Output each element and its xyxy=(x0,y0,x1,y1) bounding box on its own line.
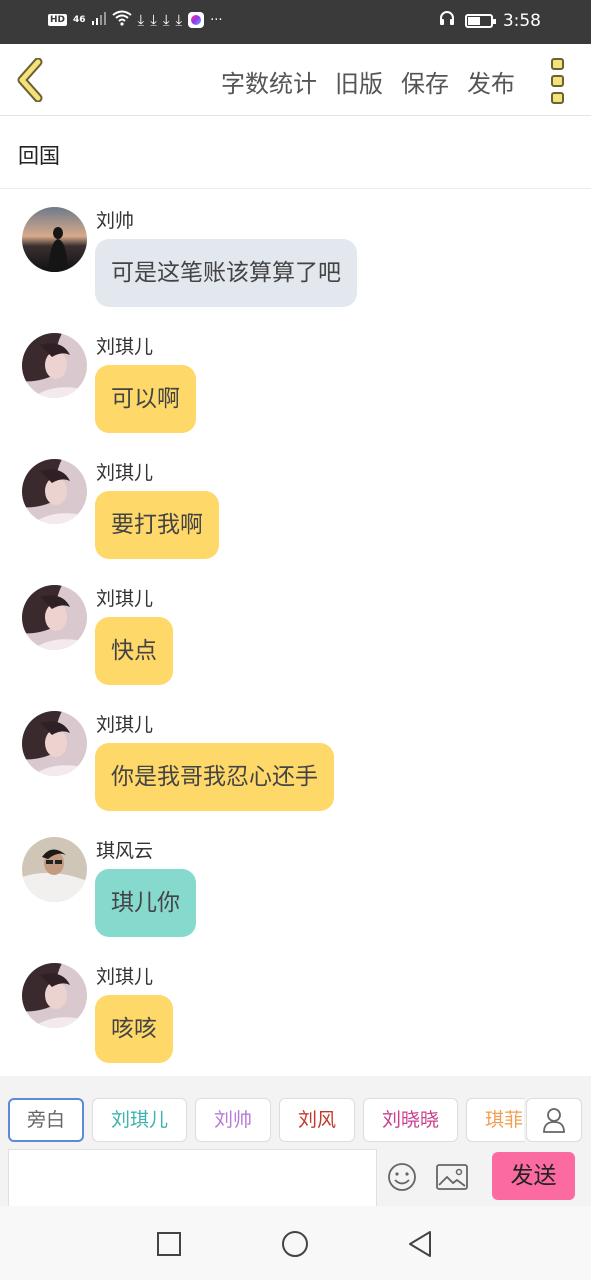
message-sender: 刘琪儿 xyxy=(96,966,154,988)
message-input[interactable] xyxy=(8,1149,377,1206)
manage-roles-button[interactable] xyxy=(526,1098,582,1142)
old-version-button[interactable]: 旧版 xyxy=(335,64,383,99)
role-selector[interactable]: 旁白 刘琪儿 刘帅 刘风 刘晓晓 琪菲 xyxy=(0,1096,524,1144)
recents-button[interactable] xyxy=(157,1232,181,1260)
image-icon xyxy=(436,1164,468,1190)
message-list[interactable]: 刘帅 可是这笔账该算算了吧 刘琪儿 可以啊 刘琪儿 要打我啊 刘琪儿 快点 刘琪… xyxy=(0,190,591,1076)
message-sender: 刘琪儿 xyxy=(96,588,154,610)
avatar[interactable] xyxy=(22,711,87,776)
triangle-back-icon xyxy=(409,1231,431,1257)
home-button[interactable] xyxy=(282,1231,308,1261)
avatar[interactable] xyxy=(22,837,87,902)
headphones-icon xyxy=(439,10,455,31)
message-item[interactable]: 琪风云 琪儿你 xyxy=(0,820,591,946)
more-notifications-icon: ··· xyxy=(210,12,223,28)
square-icon xyxy=(157,1232,181,1256)
network-indicator: 46 xyxy=(73,15,86,25)
message-bubble[interactable]: 你是我哥我忍心还手 xyxy=(95,743,334,811)
save-button[interactable]: 保存 xyxy=(401,64,449,99)
message-bubble[interactable]: 可是这笔账该算算了吧 xyxy=(95,239,357,307)
message-sender: 刘琪儿 xyxy=(96,336,154,358)
story-title: 回国 xyxy=(18,144,60,168)
message-bubble[interactable]: 可以啊 xyxy=(95,365,196,433)
role-chip-narration[interactable]: 旁白 xyxy=(8,1098,84,1142)
message-item[interactable]: 刘琪儿 你是我哥我忍心还手 xyxy=(0,694,591,820)
avatar[interactable] xyxy=(22,963,87,1028)
download-icon: ⤓ xyxy=(175,11,183,29)
story-title-row[interactable]: 回国 xyxy=(0,116,591,189)
more-dot-icon xyxy=(551,58,564,70)
back-button[interactable] xyxy=(14,57,48,103)
top-toolbar: 字数统计 旧版 保存 发布 xyxy=(0,44,591,116)
role-chip[interactable]: 刘晓晓 xyxy=(363,1098,458,1142)
more-dot-icon xyxy=(551,92,564,104)
message-bubble[interactable]: 快点 xyxy=(95,617,173,685)
system-navigation-bar xyxy=(0,1206,591,1280)
message-bubble[interactable]: 琪儿你 xyxy=(95,869,196,937)
back-nav-button[interactable] xyxy=(408,1231,432,1261)
more-menu-button[interactable] xyxy=(551,58,565,104)
role-chip[interactable]: 刘风 xyxy=(279,1098,355,1142)
avatar[interactable] xyxy=(22,333,87,398)
clock: 3:58 xyxy=(502,10,541,31)
role-chip[interactable]: 刘帅 xyxy=(195,1098,271,1142)
message-item[interactable]: 刘琪儿 咳咳 xyxy=(0,946,591,1072)
message-sender: 刘琪儿 xyxy=(96,462,154,484)
message-bubble[interactable]: 咳咳 xyxy=(95,995,173,1063)
wifi-icon xyxy=(111,10,132,30)
app-notification-icon xyxy=(188,12,205,28)
message-item[interactable]: 刘帅 可是这笔账该算算了吧 xyxy=(0,190,591,316)
circle-icon xyxy=(282,1231,308,1257)
role-chip[interactable]: 琪菲 xyxy=(466,1098,524,1142)
message-sender: 刘帅 xyxy=(96,210,135,232)
message-item[interactable]: 刘琪儿 快点 xyxy=(0,568,591,694)
role-chip[interactable]: 刘琪儿 xyxy=(92,1098,187,1142)
message-item[interactable]: 刘琪儿 要打我啊 xyxy=(0,442,591,568)
signal-icon xyxy=(91,11,106,29)
avatar[interactable] xyxy=(22,585,87,650)
word-count-button[interactable]: 字数统计 xyxy=(221,64,317,99)
send-button[interactable]: 发送 xyxy=(492,1152,575,1200)
smiley-icon xyxy=(388,1163,416,1191)
hd-indicator: HD xyxy=(48,14,68,26)
download-icon: ⤓ xyxy=(137,11,145,29)
chevron-left-icon xyxy=(17,57,43,103)
download-icon: ⤓ xyxy=(150,11,157,29)
message-bubble[interactable]: 要打我啊 xyxy=(95,491,219,559)
avatar[interactable] xyxy=(22,459,87,524)
more-dot-icon xyxy=(551,75,564,87)
battery-icon xyxy=(464,13,496,28)
publish-button[interactable]: 发布 xyxy=(467,64,515,99)
toolbar-actions: 字数统计 旧版 保存 发布 xyxy=(221,64,515,99)
emoji-button[interactable] xyxy=(387,1162,417,1196)
message-item[interactable]: 刘琪儿 可以啊 xyxy=(0,316,591,442)
download-icon: ⤓ xyxy=(162,11,170,29)
composer: 旁白 刘琪儿 刘帅 刘风 刘晓晓 琪菲 发送 xyxy=(0,1076,591,1206)
status-bar: HD 46 ⤓ ⤓ ⤓ ⤓ ··· 3:58 xyxy=(0,0,591,44)
message-sender: 琪风云 xyxy=(96,840,154,862)
insert-image-button[interactable] xyxy=(436,1164,468,1194)
avatar[interactable] xyxy=(22,207,87,272)
person-icon xyxy=(543,1108,565,1133)
message-sender: 刘琪儿 xyxy=(96,714,154,736)
